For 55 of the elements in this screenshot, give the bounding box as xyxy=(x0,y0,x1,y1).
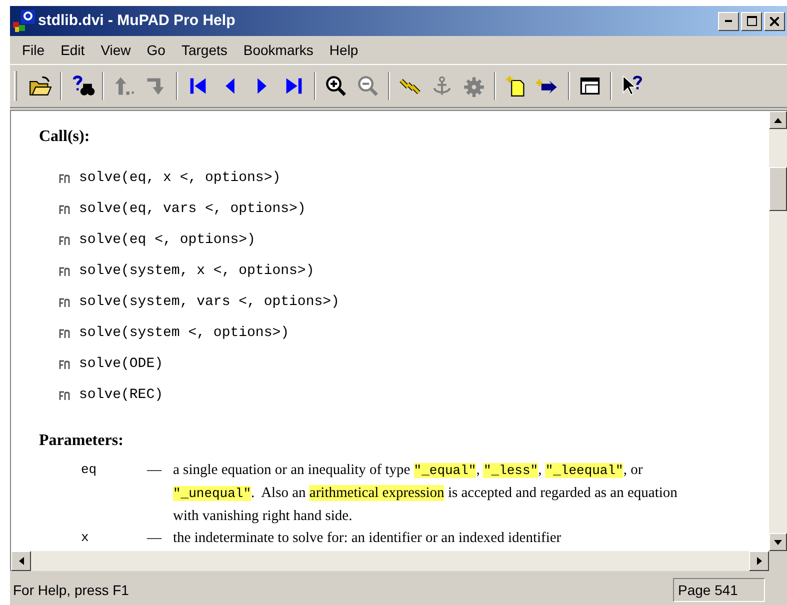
menu-item[interactable]: Help xyxy=(321,38,366,62)
down-arrow-icon xyxy=(774,540,782,544)
window-title: stdlib.dvi - MuPAD Pro Help xyxy=(38,10,236,31)
parameter-name: eq xyxy=(81,461,98,479)
bullet-icon xyxy=(59,328,70,339)
close-icon xyxy=(770,16,779,26)
dash: — xyxy=(147,529,163,548)
minimize-icon xyxy=(725,20,732,22)
link[interactable]: "_unequal" xyxy=(173,486,252,501)
link[interactable]: "_equal" xyxy=(414,463,476,478)
menu-item[interactable]: Bookmarks xyxy=(235,38,322,62)
status-message: For Help, press F1 xyxy=(13,580,130,600)
minimize-button[interactable] xyxy=(718,12,739,30)
parameter-description: the indeterminate to solve for: an identifier or an indexed identifier xyxy=(173,529,562,548)
up-arrow-icon xyxy=(774,118,782,122)
right-arrow-icon xyxy=(756,557,762,565)
bullet-icon xyxy=(59,204,70,215)
link[interactable]: "_leequal" xyxy=(545,463,624,478)
menu-item[interactable]: Targets xyxy=(173,38,236,62)
link[interactable]: "_less" xyxy=(483,463,538,478)
dash: — xyxy=(147,461,163,480)
section-heading: Parameters: xyxy=(39,431,124,451)
close-button[interactable] xyxy=(764,12,785,30)
function-call: solve(system, vars <, options>) xyxy=(79,293,340,312)
scrollbar-thumb[interactable] xyxy=(769,167,787,211)
bullet-icon xyxy=(59,297,70,308)
left-arrow-icon xyxy=(18,557,24,565)
function-call: solve(eq <, options>) xyxy=(79,231,256,250)
function-call: solve(ODE) xyxy=(79,355,164,374)
scroll-down-button[interactable] xyxy=(769,533,787,551)
menu-item[interactable]: Edit xyxy=(52,38,93,62)
scroll-left-button[interactable] xyxy=(11,551,31,571)
bullet-icon xyxy=(59,266,70,277)
bullet-icon xyxy=(59,173,70,184)
function-call: solve(REC) xyxy=(79,386,164,405)
maximize-icon xyxy=(746,16,756,26)
parameter-description: a single equation or an inequality of type "_equal", "_less", "_leequal", or "_unequal". Also an arithmetical expression is accepted and regarded as an equation with vanishing right hand side. xyxy=(173,461,678,526)
function-call: solve(eq, x <, options>) xyxy=(79,169,281,188)
link[interactable]: arithmetical expression xyxy=(309,485,444,501)
function-call: solve(system, x <, options>) xyxy=(79,262,314,281)
scroll-up-button[interactable] xyxy=(769,111,787,129)
section-heading: Call(s): xyxy=(39,127,91,147)
menu-item[interactable]: File xyxy=(14,38,53,62)
bullet-icon xyxy=(59,359,70,370)
menu-item[interactable]: Go xyxy=(138,38,174,62)
parameter-name: x xyxy=(81,529,90,547)
function-call: solve(system <, options>) xyxy=(79,324,290,343)
function-call: solve(eq, vars <, options>) xyxy=(79,200,306,219)
bullet-icon xyxy=(59,390,70,401)
app-icon xyxy=(13,10,35,32)
page-indicator: Page 541 xyxy=(673,578,765,602)
menu-item[interactable]: View xyxy=(92,38,139,62)
maximize-button[interactable] xyxy=(741,12,762,30)
scroll-right-button[interactable] xyxy=(749,551,769,571)
bullet-icon xyxy=(59,235,70,246)
